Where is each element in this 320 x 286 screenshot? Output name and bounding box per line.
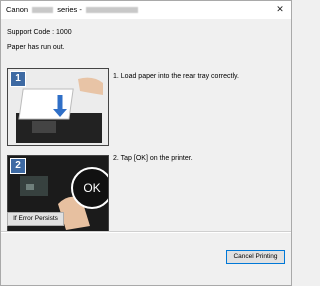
title-series: series - (57, 5, 82, 14)
error-message: Paper has run out. (7, 44, 65, 51)
error-dialog: Canon series - ✕ Support Code : 1000 Pap… (0, 0, 292, 286)
if-error-persists-button[interactable]: If Error Persists (7, 212, 64, 226)
footer: Cancel Printing (1, 233, 291, 285)
window-title: Canon series - (6, 5, 140, 14)
step-1-number: 1 (10, 71, 26, 87)
title-bar: Canon series - ✕ (1, 1, 291, 19)
step-2-number: 2 (10, 158, 26, 174)
cancel-printing-button[interactable]: Cancel Printing (226, 250, 285, 264)
title-prefix: Canon (6, 5, 29, 14)
close-icon: ✕ (276, 4, 284, 14)
close-button[interactable]: ✕ (271, 2, 289, 17)
step-1-illustration: 1 (7, 68, 109, 146)
redacted-printer (85, 7, 138, 14)
redacted-model (32, 7, 54, 14)
dialog-content: Support Code : 1000 Paper has run out. 1… (1, 19, 291, 285)
support-code: Support Code : 1000 (7, 29, 72, 36)
ok-bubble: OK (71, 167, 108, 209)
step-2-text: 2. Tap [OK] on the printer. (113, 155, 193, 162)
step-1-text: 1. Load paper into the rear tray correct… (113, 73, 239, 80)
